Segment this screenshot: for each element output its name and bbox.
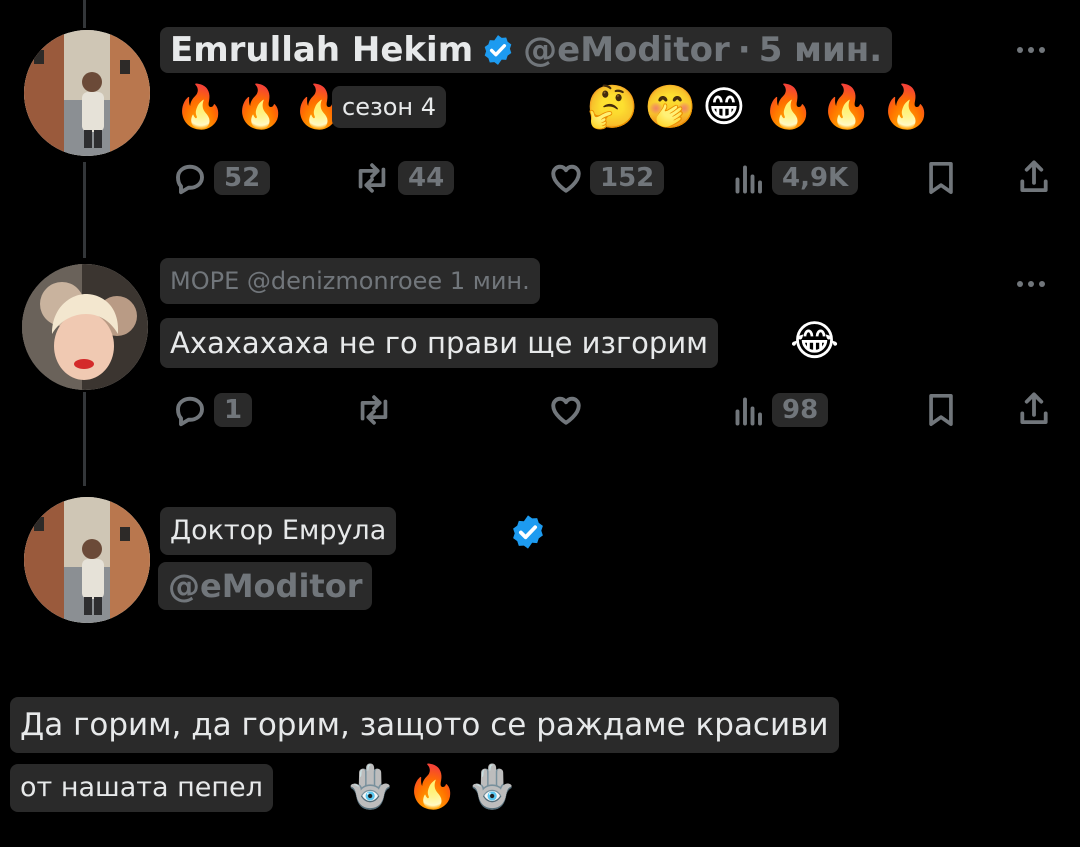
- caption-line-1: Да горим, да горим, защото се раждаме кр…: [10, 697, 839, 753]
- verified-badge-icon: [513, 515, 543, 549]
- display-name[interactable]: Emrullah Hekim: [170, 27, 473, 73]
- caption-line-2: от нашата пепел: [10, 764, 273, 812]
- avatar[interactable]: [24, 30, 150, 156]
- views-button[interactable]: 98: [730, 392, 829, 428]
- hamsa-emoji: 🪬: [344, 762, 397, 811]
- like-icon[interactable]: [548, 392, 584, 428]
- more-icon[interactable]: [1017, 47, 1045, 53]
- reply-button[interactable]: 1: [172, 392, 253, 428]
- like-count: 152: [590, 161, 665, 195]
- reply-icon: [176, 164, 204, 195]
- verified-badge-icon: [484, 35, 512, 65]
- handle[interactable]: @eModitor: [523, 27, 730, 73]
- fire-emoji: 🔥: [880, 82, 933, 131]
- season-label: сезон 4: [332, 86, 446, 128]
- avatar[interactable]: [24, 497, 150, 623]
- share-icon[interactable]: [1016, 158, 1052, 196]
- fire-emoji: 🔥: [406, 762, 459, 811]
- repost-button[interactable]: 44: [352, 160, 455, 196]
- profile-handle[interactable]: @eModitor: [158, 562, 373, 610]
- thread-line-top: [83, 0, 86, 28]
- fire-emoji: 🔥: [174, 82, 227, 131]
- like-button[interactable]: 152: [548, 160, 665, 196]
- repost-icon[interactable]: [354, 392, 394, 428]
- reply-header: МОРЕ @denizmonroee 1 мин.: [160, 258, 540, 304]
- avatar[interactable]: [22, 264, 148, 390]
- fire-emoji: 🔥: [762, 82, 815, 131]
- hand-over-mouth-emoji: 🤭: [644, 82, 697, 131]
- like-icon: [551, 164, 581, 193]
- fire-emoji: 🔥: [234, 82, 287, 131]
- thread-line-lower: [83, 392, 86, 486]
- post-header: Emrullah Hekim @eModitor · 5 мин.: [160, 27, 893, 73]
- bookmark-icon[interactable]: [924, 159, 958, 197]
- views-icon: [735, 165, 762, 194]
- timestamp[interactable]: 1 мин.: [450, 267, 530, 295]
- reply-count: 52: [214, 161, 271, 195]
- share-icon[interactable]: [1016, 390, 1052, 428]
- repost-count: 44: [398, 161, 455, 195]
- views-button[interactable]: 4,9K: [730, 160, 859, 196]
- views-icon: [735, 397, 762, 426]
- thread-line-middle: [83, 162, 86, 258]
- views-count: 4,9K: [772, 161, 859, 195]
- views-count: 98: [772, 393, 829, 427]
- grinning-face-emoji: 😁: [702, 82, 746, 131]
- timestamp[interactable]: 5 мин.: [759, 27, 883, 73]
- reply-count: 1: [214, 393, 253, 427]
- handle[interactable]: @denizmonroee: [247, 267, 442, 295]
- display-name[interactable]: МОРЕ: [170, 267, 239, 295]
- reply-icon: [176, 396, 204, 427]
- profile-name[interactable]: Доктор Емрула: [160, 507, 397, 555]
- separator: ·: [737, 30, 751, 70]
- repost-icon: [358, 163, 386, 193]
- reply-button[interactable]: 52: [172, 160, 271, 196]
- hamsa-emoji: 🪬: [466, 762, 519, 811]
- tears-of-joy-emoji: 😂: [790, 316, 840, 365]
- thinking-face-emoji: 🤔: [586, 82, 639, 131]
- more-icon[interactable]: [1017, 281, 1045, 287]
- reply-text: Ахахахаха не го прави ще изгорим: [160, 318, 719, 368]
- bookmark-icon[interactable]: [924, 391, 958, 429]
- fire-emoji: 🔥: [820, 82, 873, 131]
